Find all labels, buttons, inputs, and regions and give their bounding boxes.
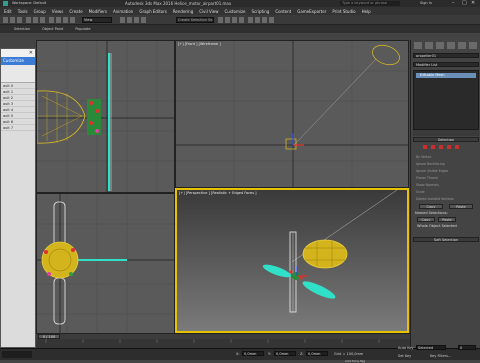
menu-rendering[interactable]: Rendering bbox=[173, 9, 193, 14]
maximize-icon[interactable]: □ bbox=[462, 0, 467, 6]
viewport-front[interactable]: [+] [Front ] [Wireframe ] bbox=[175, 40, 409, 188]
stack-item-editable-mesh[interactable]: Editable Mesh bbox=[416, 73, 476, 78]
modifier-stack: Editable Mesh bbox=[413, 70, 479, 130]
perspective-view-scene bbox=[262, 190, 398, 313]
menu-animation[interactable]: Animation bbox=[113, 9, 133, 14]
menu-create[interactable]: Create bbox=[69, 9, 82, 14]
viewport-label-perspective[interactable]: [+] [Perspective ] [Realistic + Edged Fa… bbox=[179, 191, 257, 195]
planar-thresh-field[interactable]: Planar Thresh bbox=[416, 176, 438, 180]
dialog-list: ault 0 ault 1 ault 2 ault 3 ault 4 ault 5 ault… bbox=[1, 83, 35, 131]
current-frame-field[interactable]: 0 bbox=[458, 345, 476, 350]
title-bar: Workspace: Default Autodesk 3ds Max 2016… bbox=[0, 0, 480, 7]
named-selections-label: Named Selections: bbox=[415, 211, 448, 215]
check-by-vertex[interactable]: By Vertex bbox=[416, 155, 431, 159]
check-delete-isolated[interactable]: Delete Isolated Vertices bbox=[416, 197, 454, 201]
close-icon[interactable]: ✕ bbox=[471, 0, 475, 6]
view-dropdown[interactable]: View bbox=[82, 17, 112, 23]
viewport-perspective[interactable]: [+] [Perspective ] [Realistic + Edged Fa… bbox=[175, 188, 409, 333]
menu-views[interactable]: Views bbox=[52, 9, 64, 14]
set-key-button[interactable]: Set Key bbox=[398, 354, 411, 358]
y-label: Y: bbox=[268, 352, 271, 356]
named-copy-button[interactable]: Copy bbox=[417, 217, 435, 222]
menu-civil-view[interactable]: Civil View bbox=[199, 9, 218, 14]
menu-modifiers[interactable]: Modifiers bbox=[89, 9, 107, 14]
auto-key-button[interactable]: Auto Key bbox=[398, 346, 414, 350]
command-panel: propeller01 Modifier List Editable Mesh … bbox=[410, 40, 480, 348]
menu-edit[interactable]: Edit bbox=[4, 9, 12, 14]
key-filters-button[interactable]: Key Filters... bbox=[430, 354, 451, 358]
modifier-list-dropdown[interactable]: Modifier List bbox=[413, 62, 479, 67]
track-bar-ticks bbox=[45, 339, 380, 343]
command-panel-tabs[interactable] bbox=[411, 42, 480, 50]
customize-dialog: ✕ Customize ault 0 ault 1 ault 2 ault 3 ault… bbox=[0, 48, 36, 348]
dialog-list-item[interactable]: ault 7 bbox=[1, 125, 35, 131]
viewport-top[interactable] bbox=[36, 40, 175, 193]
menu-print-studio[interactable]: Print Studio bbox=[332, 9, 355, 14]
menu-customize[interactable]: Customize bbox=[225, 9, 246, 14]
viewport-label-front[interactable]: [+] [Front ] [Wireframe ] bbox=[178, 42, 221, 46]
z-coordinate-field[interactable]: 0,0mm bbox=[306, 351, 328, 356]
y-coordinate-field[interactable]: 0,0mm bbox=[274, 351, 296, 356]
copy-button[interactable]: Copy bbox=[419, 204, 443, 209]
dialog-header: ✕ bbox=[1, 49, 35, 57]
check-ignore-backfacing[interactable]: Ignore Backfacing bbox=[416, 162, 445, 166]
ribbon-tab-populate[interactable]: Populate bbox=[75, 27, 90, 31]
menu-scripting[interactable]: Scripting bbox=[252, 9, 270, 14]
search-input[interactable]: Type a keyword or phrase bbox=[340, 1, 400, 6]
viewport-left[interactable] bbox=[36, 193, 175, 348]
selection-set-dropdown[interactable]: Create Selection Se bbox=[176, 17, 214, 23]
menu-bar: Edit Tools Group Views Create Modifiers Animat… bbox=[0, 7, 480, 15]
ribbon-tab-selection[interactable]: Selection bbox=[14, 27, 30, 31]
check-ignore-visible-edges[interactable]: Ignore Visible Edges bbox=[416, 169, 448, 173]
menu-group[interactable]: Group bbox=[34, 9, 46, 14]
menu-content[interactable]: Content bbox=[275, 9, 291, 14]
stack-tools bbox=[413, 130, 479, 136]
scale-field[interactable]: Scale bbox=[416, 190, 425, 194]
menu-gameexporter[interactable]: GameExporter bbox=[297, 9, 326, 14]
front-view-scene bbox=[176, 41, 408, 187]
menu-tools[interactable]: Tools bbox=[18, 9, 28, 14]
paste-button[interactable]: Paste bbox=[449, 204, 473, 209]
x-label: X: bbox=[236, 352, 240, 356]
check-show-normals[interactable]: Show Normals bbox=[416, 183, 439, 187]
selection-status: Whole Object Selected bbox=[417, 224, 457, 228]
z-label: Z: bbox=[300, 352, 304, 356]
left-view-scene bbox=[37, 194, 174, 347]
status-bar: X: 0,0mm Y: 0,0mm Z: 0,0mm Grid = 100,0m… bbox=[0, 345, 480, 363]
key-mode-dropdown[interactable]: Selected bbox=[416, 345, 446, 350]
maxscript-listener[interactable] bbox=[2, 351, 32, 358]
workspace-selector[interactable]: Workspace: Default bbox=[12, 1, 46, 5]
ribbon-tab-object-paint[interactable]: Object Paint bbox=[42, 27, 63, 31]
ribbon-tabs: Selection Object Paint Populate bbox=[0, 25, 480, 33]
dialog-caption: Customize bbox=[1, 57, 35, 65]
track-bar[interactable] bbox=[36, 339, 410, 348]
dialog-toolbar bbox=[1, 65, 35, 83]
minimize-icon[interactable]: – bbox=[452, 0, 455, 6]
app-logo-icon[interactable] bbox=[3, 1, 8, 6]
named-paste-button[interactable]: Paste bbox=[438, 217, 456, 222]
sign-in-link[interactable]: Sign In bbox=[420, 1, 432, 5]
x-coordinate-field[interactable]: 0,0mm bbox=[242, 351, 264, 356]
object-name-field[interactable]: propeller01 bbox=[413, 53, 479, 58]
main-toolbar: View Create Selection Se bbox=[0, 15, 480, 25]
rollout-soft-selection[interactable]: Soft Selection bbox=[413, 237, 479, 242]
window-title: Autodesk 3ds Max 2016 Helice_motor_airpa… bbox=[125, 1, 232, 6]
dialog-close-icon[interactable]: ✕ bbox=[29, 50, 33, 56]
grid-size-label: Grid = 100,0mm bbox=[334, 352, 364, 356]
rollout-selection[interactable]: Selection bbox=[413, 137, 479, 142]
subobject-icons[interactable] bbox=[411, 144, 480, 152]
menu-graph-editors[interactable]: Graph Editors bbox=[139, 9, 166, 14]
top-view-scene bbox=[37, 41, 174, 192]
menu-help[interactable]: Help bbox=[362, 9, 371, 14]
